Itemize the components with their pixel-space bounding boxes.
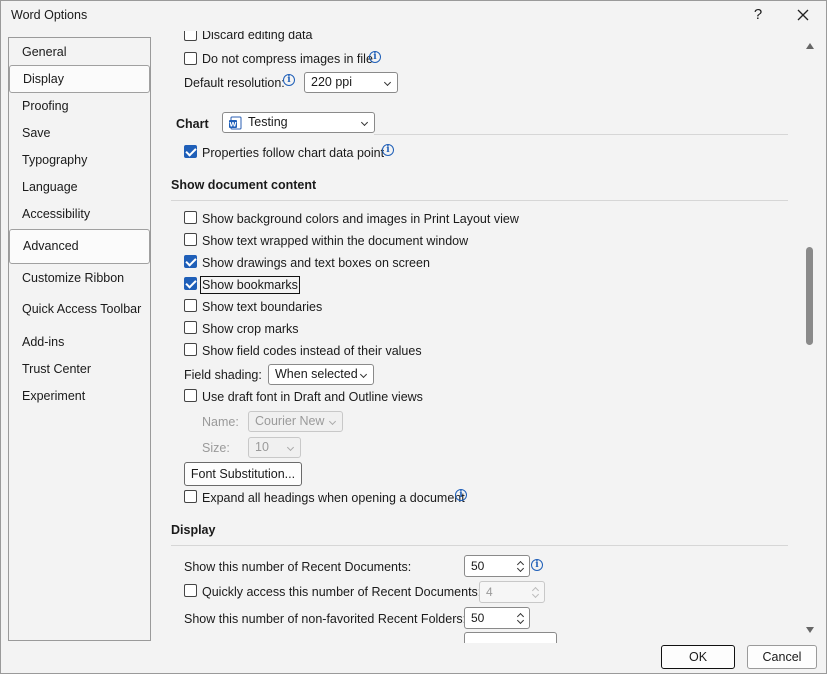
recent-docs-value: 50 <box>471 559 485 573</box>
close-button[interactable] <box>789 4 817 28</box>
recent-folders-value: 50 <box>471 611 485 625</box>
word-document-icon: W <box>229 116 242 130</box>
nav-item-advanced[interactable]: Advanced <box>9 229 150 264</box>
chart-section-label: Chart <box>176 117 209 131</box>
show-text-wrapped-checkbox[interactable] <box>184 233 197 246</box>
nav-item-language[interactable]: Language <box>22 180 78 194</box>
quick-access-value: 4 <box>486 585 493 599</box>
properties-follow-label: Properties follow chart data point <box>202 146 385 160</box>
quick-access-label: Quickly access this number of Recent Doc… <box>202 585 482 599</box>
nav-item-customize-ribbon[interactable]: Customize Ribbon <box>22 271 124 285</box>
expand-headings-label: Expand all headings when opening a docum… <box>202 491 465 505</box>
show-content-heading: Show document content <box>171 178 317 192</box>
section-divider <box>374 134 788 135</box>
font-name-dropdown[interactable]: Courier New <box>248 411 343 432</box>
discard-editing-label: Discard editing data <box>202 31 313 42</box>
show-bookmarks-checkbox[interactable] <box>184 277 197 290</box>
properties-follow-checkbox[interactable] <box>184 145 197 158</box>
chevron-down-icon <box>359 370 368 379</box>
info-icon[interactable]: i <box>531 559 543 571</box>
chevron-down-icon[interactable] <box>516 564 525 573</box>
info-icon[interactable]: i <box>283 74 295 86</box>
show-crop-marks-label: Show crop marks <box>202 322 299 336</box>
show-drawings-checkbox[interactable] <box>184 255 197 268</box>
default-resolution-label: Default resolution: <box>184 76 285 90</box>
svg-text:W: W <box>229 121 236 129</box>
help-button[interactable]: ? <box>744 4 772 28</box>
field-shading-label: Field shading: <box>184 368 262 382</box>
nav-item-display[interactable]: Display <box>9 65 150 93</box>
nav-item-quick-access-toolbar[interactable]: Quick Access Toolbar <box>22 302 141 316</box>
nav-item-typography[interactable]: Typography <box>22 153 87 167</box>
show-field-codes-checkbox[interactable] <box>184 343 197 356</box>
scroll-down-arrow-icon[interactable] <box>806 627 814 633</box>
no-compress-label: Do not compress images in file <box>202 52 373 66</box>
show-bookmarks-label: Show bookmarks <box>200 276 300 294</box>
options-nav: General Display Proofing Save Typography… <box>8 37 151 641</box>
expand-headings-checkbox[interactable] <box>184 490 197 503</box>
display-heading: Display <box>171 523 216 537</box>
chevron-down-icon <box>328 417 337 426</box>
nav-item-proofing[interactable]: Proofing <box>22 99 69 113</box>
draft-font-checkbox[interactable] <box>184 389 197 402</box>
font-size-value: 10 <box>255 440 269 454</box>
recent-docs-label: Show this number of Recent Documents: <box>184 560 412 574</box>
chevron-down-icon <box>383 78 392 87</box>
font-size-label: Size: <box>202 441 230 455</box>
scrollbar-thumb[interactable] <box>806 247 813 345</box>
word-options-dialog: Word Options ? General Display Proofing … <box>0 0 827 674</box>
font-name-label: Name: <box>202 415 239 429</box>
section-divider <box>171 545 788 546</box>
show-crop-marks-checkbox[interactable] <box>184 321 197 334</box>
info-icon[interactable]: i <box>455 489 467 501</box>
show-text-wrapped-label: Show text wrapped within the document wi… <box>202 234 469 248</box>
no-compress-checkbox[interactable] <box>184 52 197 65</box>
show-text-boundaries-checkbox[interactable] <box>184 299 197 312</box>
vertical-scrollbar[interactable] <box>803 37 817 641</box>
ok-button[interactable]: OK <box>661 645 735 669</box>
chevron-down-icon <box>286 443 295 452</box>
chart-document-dropdown[interactable]: W Testing <box>222 112 375 133</box>
discard-editing-checkbox[interactable] <box>184 31 197 41</box>
info-icon[interactable]: i <box>382 144 394 156</box>
nav-item-save[interactable]: Save <box>22 126 51 140</box>
nav-item-trust-center[interactable]: Trust Center <box>22 362 91 376</box>
quick-access-checkbox[interactable] <box>184 584 197 597</box>
nav-item-experiment[interactable]: Experiment <box>22 389 85 403</box>
chevron-down-icon <box>360 118 369 127</box>
chart-document-value: Testing <box>248 115 288 129</box>
partial-dropdown[interactable] <box>464 632 557 643</box>
show-background-label: Show background colors and images in Pri… <box>202 212 519 226</box>
close-icon <box>797 9 809 21</box>
info-icon[interactable]: i <box>369 51 381 63</box>
show-drawings-label: Show drawings and text boxes on screen <box>202 256 430 270</box>
font-name-value: Courier New <box>255 414 325 428</box>
show-background-checkbox[interactable] <box>184 211 197 224</box>
default-resolution-dropdown[interactable]: 220 ppi <box>304 72 398 93</box>
font-substitution-button[interactable]: Font Substitution... <box>184 462 302 486</box>
chevron-down-icon[interactable] <box>516 616 525 625</box>
scroll-up-arrow-icon[interactable] <box>806 43 814 49</box>
recent-folders-stepper[interactable]: 50 <box>464 607 530 629</box>
cancel-button[interactable]: Cancel <box>747 645 817 669</box>
nav-item-accessibility[interactable]: Accessibility <box>22 207 90 221</box>
section-divider <box>171 200 788 201</box>
recent-folders-label: Show this number of non-favorited Recent… <box>184 612 467 626</box>
nav-item-general[interactable]: General <box>22 45 66 59</box>
title-bar: Word Options ? <box>1 1 826 31</box>
field-shading-value: When selected <box>275 367 358 381</box>
quick-access-stepper[interactable]: 4 <box>479 581 545 603</box>
show-text-boundaries-label: Show text boundaries <box>202 300 323 314</box>
field-shading-dropdown[interactable]: When selected <box>268 364 374 385</box>
font-size-dropdown[interactable]: 10 <box>248 437 301 458</box>
advanced-options-panel: Discard editing data Do not compress ima… <box>152 31 802 643</box>
nav-item-add-ins[interactable]: Add-ins <box>22 335 64 349</box>
show-field-codes-label: Show field codes instead of their values <box>202 344 422 358</box>
chevron-down-icon[interactable] <box>531 590 540 599</box>
recent-docs-stepper[interactable]: 50 <box>464 555 530 577</box>
dialog-title: Word Options <box>11 8 88 22</box>
draft-font-label: Use draft font in Draft and Outline view… <box>202 390 423 404</box>
default-resolution-value: 220 ppi <box>311 75 353 89</box>
